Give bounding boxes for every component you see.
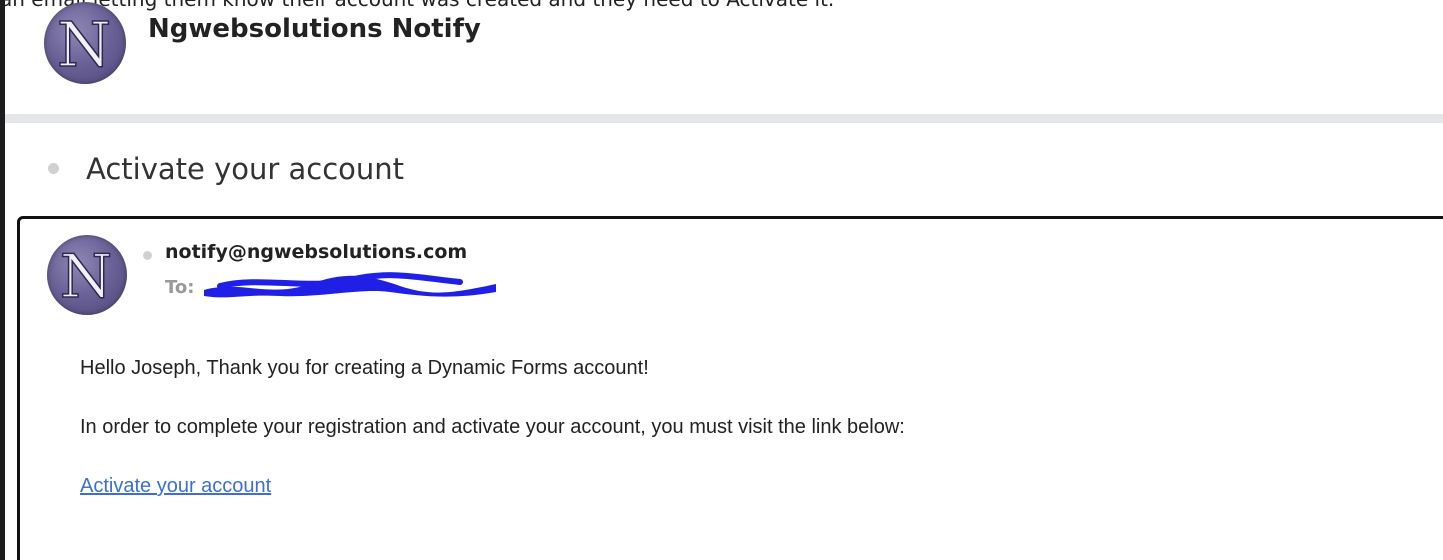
email-subject: Activate your account [86, 152, 405, 186]
status-dot-icon [48, 163, 59, 174]
from-address[interactable]: notify@ngwebsolutions.com [165, 241, 467, 263]
to-label: To: [165, 277, 195, 298]
sender-avatar-icon[interactable]: N [44, 2, 126, 84]
activate-account-link[interactable]: Activate your account [80, 475, 271, 498]
avatar-n-icon: N [56, 7, 112, 82]
message-card [17, 216, 1443, 560]
greeting-text: Hello Joseph, Thank you for creating a D… [80, 357, 649, 379]
email-view: an email letting them know their account… [0, 0, 1443, 560]
status-dot-icon [143, 251, 152, 260]
left-border [0, 0, 5, 560]
sender-title: Ngwebsolutions Notify [148, 14, 481, 44]
avatar-letter: N [60, 242, 113, 312]
avatar-n-icon: N [59, 241, 113, 313]
header-divider [5, 114, 1443, 123]
from-avatar-icon[interactable]: N [47, 235, 127, 315]
redaction-scribble [204, 272, 496, 298]
avatar-letter: N [57, 8, 111, 81]
instruction-text: In order to complete your registration a… [80, 416, 905, 438]
